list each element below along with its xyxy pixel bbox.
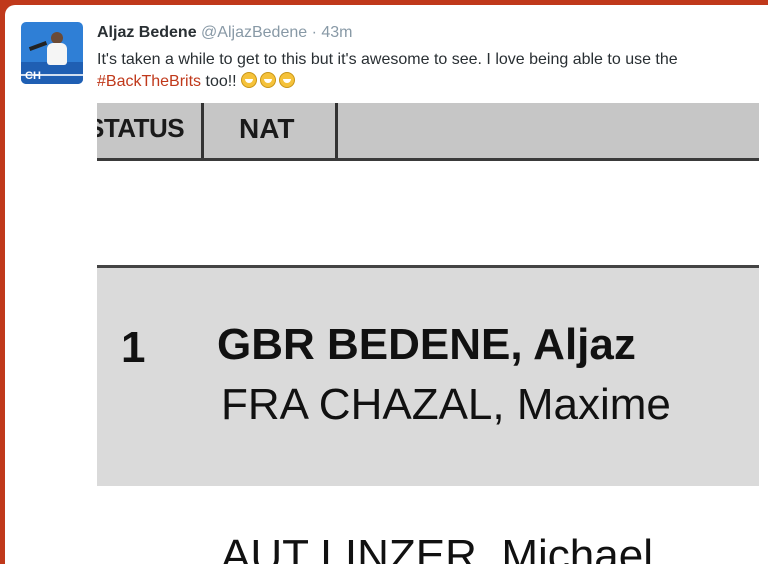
author-avatar[interactable]: CH: [21, 22, 83, 84]
avatar-racket-graphic: [28, 41, 48, 51]
author-name[interactable]: Aljaz Bedene: [97, 24, 197, 41]
header-divider: [335, 103, 338, 158]
tweet-timestamp[interactable]: 43m: [321, 24, 352, 41]
avatar-player-body: [47, 43, 67, 65]
tweet-header: Aljaz Bedene @AljazBedene · 43m: [97, 23, 353, 43]
tweet-text-part1: It's taken a while to get to this but it…: [97, 51, 678, 68]
avatar-badge-text: CH: [25, 70, 41, 82]
tweet-photo[interactable]: STATUS NAT 1 GBR BEDENE, Aljaz FRA CHAZA…: [97, 103, 759, 564]
grinning-face-icon: [241, 72, 258, 88]
tweet-card: CH Aljaz Bedene @AljazBedene · 43m It's …: [5, 5, 768, 564]
meta-separator: ·: [311, 24, 317, 41]
draw-row-highlighted: 1 GBR BEDENE, Aljaz FRA CHAZAL, Maxime: [97, 265, 759, 486]
header-status: STATUS: [97, 113, 185, 143]
player-entry-bedene: GBR BEDENE, Aljaz: [217, 320, 636, 369]
header-nat: NAT: [239, 113, 295, 144]
seed-number: 1: [121, 323, 146, 372]
player-entry-chazal: FRA CHAZAL, Maxime: [221, 380, 671, 429]
player-entry-linzer: AUT LINZER, Michael: [221, 531, 653, 564]
hashtag-link[interactable]: #BackTheBrits: [97, 73, 201, 90]
tweet-text: It's taken a while to get to this but it…: [97, 49, 757, 93]
header-divider: [201, 103, 204, 158]
tweet-text-part2: too!!: [201, 73, 242, 90]
draw-header-bar: STATUS NAT: [97, 103, 759, 161]
grinning-face-icon: [260, 72, 277, 88]
grinning-face-icon: [279, 72, 296, 88]
author-handle[interactable]: @AljazBedene: [201, 24, 307, 41]
